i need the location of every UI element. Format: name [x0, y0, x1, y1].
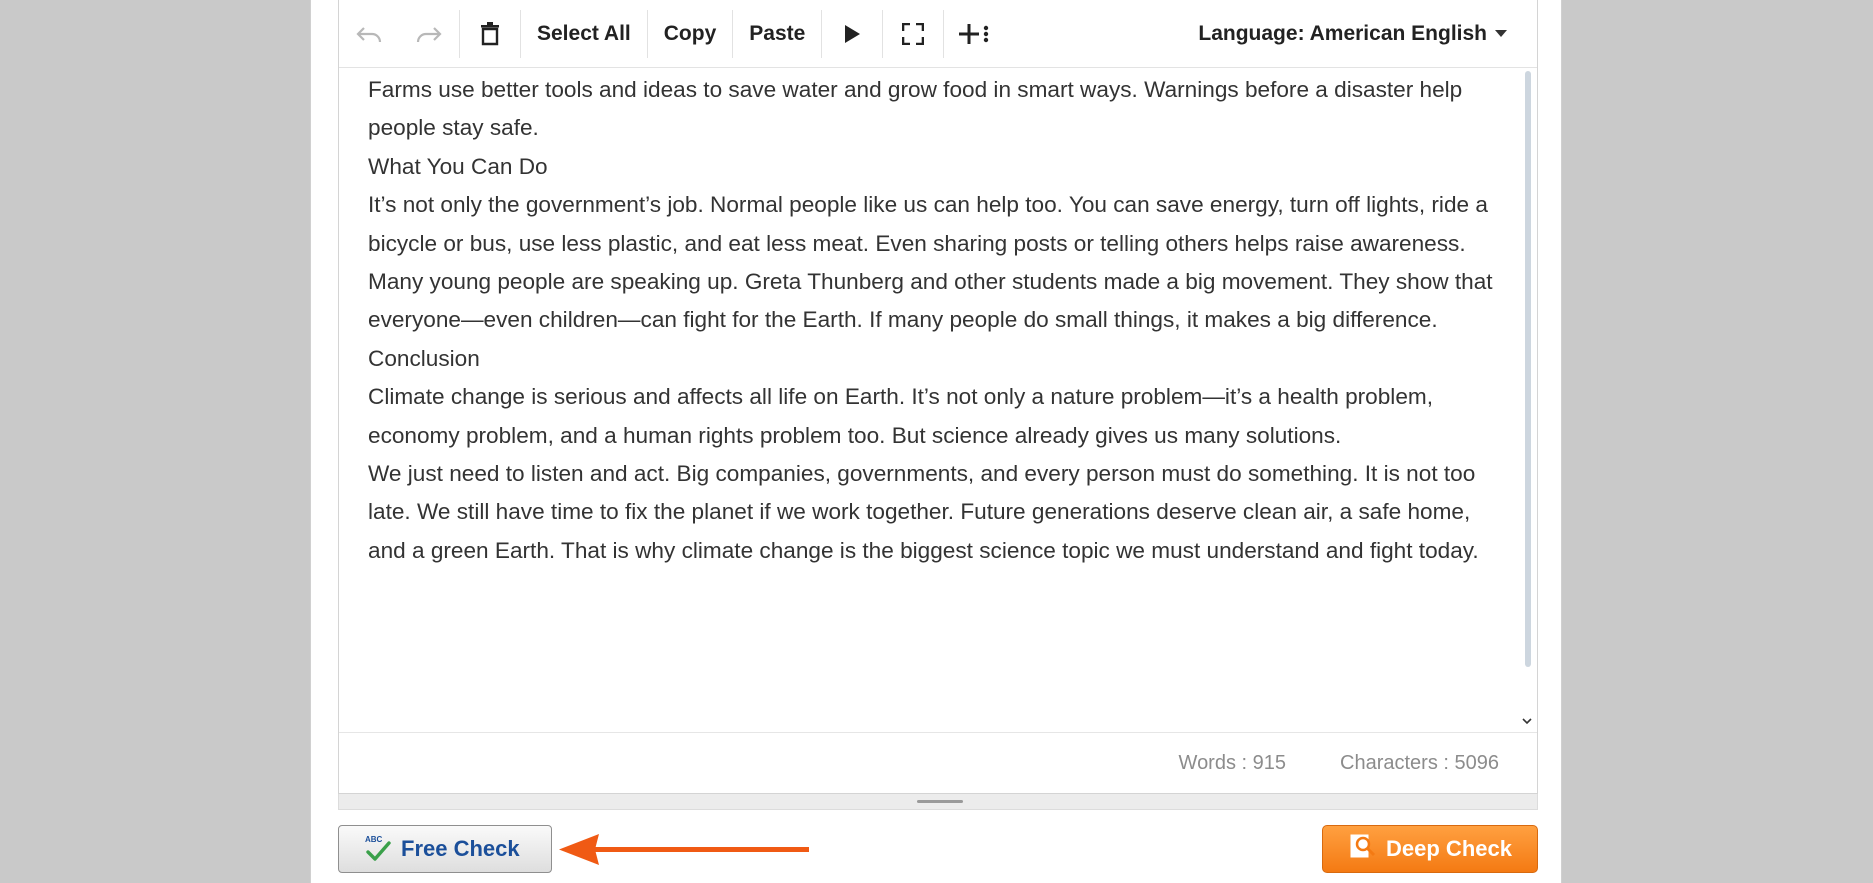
deep-check-label: Deep Check [1386, 836, 1512, 861]
scroll-down-icon[interactable] [1521, 714, 1533, 726]
trash-icon[interactable] [460, 6, 520, 62]
editor-scrollbar[interactable] [1525, 71, 1531, 667]
paragraph-heading: What You Can Do [368, 153, 548, 179]
paragraph: We just need to listen and act. Big comp… [368, 461, 1479, 563]
add-more-icon[interactable] [944, 6, 1004, 62]
paragraph: Many young people are speaking up. Greta… [368, 269, 1493, 333]
paragraph: Farms use better tools and ideas to save… [368, 77, 1463, 141]
language-label: Language: American English [1198, 21, 1487, 45]
text-editor: Select All Copy Paste Language: American… [338, 0, 1538, 794]
deep-check-button[interactable]: Deep Check [1322, 825, 1538, 873]
copy-button[interactable]: Copy [648, 6, 733, 62]
word-count: Words : 915 [1178, 752, 1287, 774]
paragraph-heading: Conclusion [368, 345, 480, 371]
fullscreen-icon[interactable] [883, 6, 943, 62]
magnifier-icon [1348, 832, 1378, 866]
editor-content[interactable]: Farms use better tools and ideas to save… [339, 69, 1537, 732]
spellcheck-icon: ABC [365, 835, 391, 863]
play-icon[interactable] [822, 6, 882, 62]
editor-text[interactable]: Farms use better tools and ideas to save… [368, 71, 1498, 570]
paragraph: It’s not only the government’s job. Norm… [368, 192, 1488, 256]
redo-icon[interactable] [399, 6, 459, 62]
paste-button[interactable]: Paste [733, 6, 821, 62]
grip-icon [917, 800, 963, 803]
language-dropdown[interactable]: Language: American English [1198, 6, 1537, 62]
select-all-button[interactable]: Select All [521, 6, 647, 62]
pointer-arrow-icon [559, 834, 809, 865]
paragraph: Climate change is serious and affects al… [368, 384, 1433, 448]
free-check-label: Free Check [401, 836, 520, 861]
editor-statusbar: Words : 915 Characters : 5096 [339, 732, 1537, 794]
character-count: Characters : 5096 [1340, 752, 1499, 774]
undo-icon[interactable] [339, 6, 399, 62]
editor-toolbar: Select All Copy Paste Language: American… [339, 0, 1537, 68]
page-container: Select All Copy Paste Language: American… [310, 0, 1562, 883]
chevron-down-icon [1495, 30, 1507, 37]
editor-resize-handle[interactable] [338, 794, 1538, 810]
free-check-button[interactable]: ABC Free Check [338, 825, 552, 873]
